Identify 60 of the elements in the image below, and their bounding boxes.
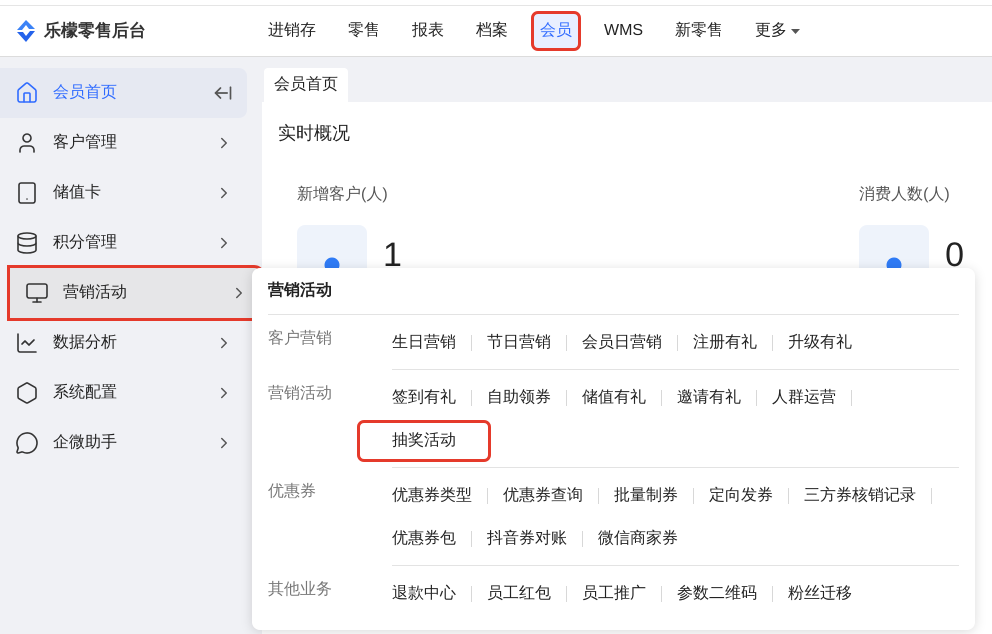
menu-link[interactable]: 优惠券查询 <box>503 484 583 508</box>
monitor-icon <box>25 281 49 305</box>
menu-link[interactable]: 优惠券包 <box>392 527 456 551</box>
stat-value: 0 <box>945 234 964 276</box>
database-icon <box>15 231 39 255</box>
menu-link[interactable]: 生日营销 <box>392 331 456 355</box>
flyout-title: 营销活动 <box>268 280 332 301</box>
sidebar-item[interactable]: 营销活动 <box>10 268 262 318</box>
chat-icon <box>15 431 39 455</box>
sidebar-item[interactable]: 企微助手 <box>0 418 247 468</box>
nav-tab[interactable]: 更多 <box>749 14 806 48</box>
nav-tab[interactable]: WMS <box>598 14 650 48</box>
menu-link[interactable]: 微信商家券 <box>598 527 678 551</box>
nav-tab[interactable]: 报表 <box>406 14 450 48</box>
stat-label: 新增客户(人) <box>297 184 389 205</box>
stat-value: 1 <box>383 234 402 276</box>
nav-tab[interactable]: 档案 <box>470 14 514 48</box>
nav-tab[interactable]: 新零售 <box>669 14 730 48</box>
menu-link[interactable]: 员工推广 <box>582 582 646 606</box>
home-icon <box>15 81 39 105</box>
menu-link[interactable]: 批量制券 <box>614 484 678 508</box>
sidebar-item[interactable]: 积分管理 <box>0 218 247 268</box>
menu-link[interactable]: 会员日营销 <box>582 331 662 355</box>
menu-link[interactable]: 邀请有礼 <box>677 386 741 410</box>
card-icon <box>15 181 39 205</box>
brand-name: 乐檬零售后台 <box>44 20 146 42</box>
menu-link[interactable]: 节日营销 <box>487 331 551 355</box>
menu-link[interactable]: 参数二维码 <box>677 582 757 606</box>
logo-icon <box>16 20 36 42</box>
menu-link[interactable]: 抽奖活动 <box>360 423 488 459</box>
group-label: 其他业务 <box>268 581 332 598</box>
group-label: 客户营销 <box>268 330 332 347</box>
sidebar-item[interactable]: 客户管理 <box>0 118 247 168</box>
menu-link[interactable]: 升级有礼 <box>788 331 852 355</box>
menu-link[interactable]: 注册有礼 <box>693 331 757 355</box>
menu-link[interactable]: 优惠券类型 <box>392 484 472 508</box>
stat-label: 消费人数(人) <box>859 184 951 205</box>
group-label: 优惠券 <box>268 483 316 500</box>
menu-link[interactable]: 员工红包 <box>487 582 551 606</box>
section-title: 实时概况 <box>278 122 351 145</box>
menu-link[interactable]: 抖音券对账 <box>487 527 567 551</box>
sidebar-item[interactable]: 系统配置 <box>0 368 247 418</box>
menu-link[interactable]: 三方券核销记录 <box>804 484 916 508</box>
sidebar-item[interactable]: 会员首页 <box>0 68 247 118</box>
menu-link[interactable]: 粉丝迁移 <box>788 582 852 606</box>
menu-link[interactable]: 人群运营 <box>772 386 836 410</box>
line-chart-icon <box>15 331 39 355</box>
nav-tab[interactable]: 零售 <box>342 14 386 48</box>
nav-tab[interactable]: 进销存 <box>262 14 322 48</box>
menu-link[interactable]: 储值有礼 <box>582 386 646 410</box>
sidebar-item[interactable]: 储值卡 <box>0 168 247 218</box>
menu-link[interactable]: 退款中心 <box>392 582 456 606</box>
group-label: 营销活动 <box>268 385 332 402</box>
hexagon-icon <box>15 381 39 405</box>
page-tab[interactable]: 会员首页 <box>264 68 348 102</box>
menu-link[interactable]: 自助领券 <box>487 386 551 410</box>
nav-tab[interactable]: 会员 <box>534 14 578 48</box>
menu-link[interactable]: 定向发券 <box>709 484 773 508</box>
menu-link[interactable]: 签到有礼 <box>392 386 456 410</box>
sidebar-item[interactable]: 数据分析 <box>0 318 247 368</box>
